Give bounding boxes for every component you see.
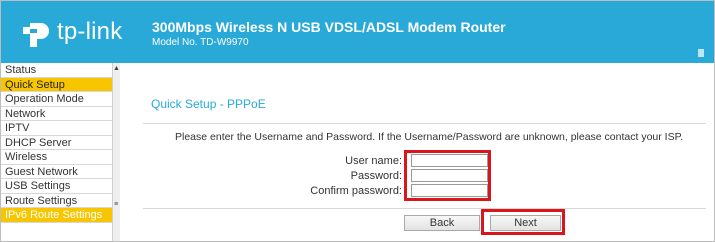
main-content: Quick Setup - PPPoE Please enter the Use… bbox=[121, 63, 714, 241]
sidebar-item-quick-setup[interactable]: Quick Setup bbox=[1, 77, 112, 92]
sidebar-item-iptv[interactable]: IPTV bbox=[1, 121, 112, 136]
sidebar-item-guest-network[interactable]: Guest Network bbox=[1, 165, 112, 179]
username-label: User name: bbox=[345, 155, 402, 167]
page-title: Quick Setup - PPPoE bbox=[151, 97, 266, 111]
router-admin-window: tp-link 300Mbps Wireless N USB VDSL/ADSL… bbox=[0, 0, 715, 242]
scroll-up-icon[interactable]: ▲ bbox=[113, 65, 120, 73]
divider bbox=[143, 208, 706, 209]
sidebar-item-ipv6-route-settings[interactable]: IPv6 Route Settings bbox=[1, 208, 112, 223]
sidebar-item-network[interactable]: Network bbox=[1, 107, 112, 121]
brand-logo: tp-link bbox=[21, 15, 122, 49]
tp-link-logo-icon bbox=[23, 23, 49, 47]
model-number: Model No. TD-W9970 bbox=[152, 37, 249, 48]
sidebar-menu: Status Quick Setup Operation Mode Networ… bbox=[1, 63, 112, 223]
sidebar-item-status[interactable]: Status bbox=[1, 63, 112, 78]
sidebar-item-operation-mode[interactable]: Operation Mode bbox=[1, 92, 112, 107]
divider bbox=[143, 123, 706, 124]
corner-icon bbox=[698, 49, 704, 57]
sidebar-item-dhcp-server[interactable]: DHCP Server bbox=[1, 136, 112, 150]
back-button[interactable]: Back bbox=[404, 215, 480, 231]
header-bar: tp-link 300Mbps Wireless N USB VDSL/ADSL… bbox=[1, 1, 714, 63]
brand-logo-text: tp-link bbox=[57, 18, 123, 45]
next-highlight-box bbox=[481, 209, 565, 235]
sidebar-item-usb-settings[interactable]: USB Settings bbox=[1, 179, 112, 194]
sidebar-item-route-settings[interactable]: Route Settings bbox=[1, 194, 112, 208]
confirm-password-label: Confirm password: bbox=[310, 185, 402, 197]
scroll-thumb-icon[interactable]: ≡ bbox=[114, 201, 119, 209]
password-label: Password: bbox=[350, 170, 402, 182]
sidebar-scrollbar[interactable]: ▲ ≡ bbox=[112, 63, 120, 241]
sidebar-item-wireless[interactable]: Wireless bbox=[1, 150, 112, 165]
product-title: 300Mbps Wireless N USB VDSL/ADSL Modem R… bbox=[152, 19, 506, 35]
credentials-highlight-box bbox=[404, 150, 491, 201]
instruction-text: Please enter the Username and Password. … bbox=[175, 131, 684, 143]
sidebar: Status Quick Setup Operation Mode Networ… bbox=[1, 63, 120, 241]
